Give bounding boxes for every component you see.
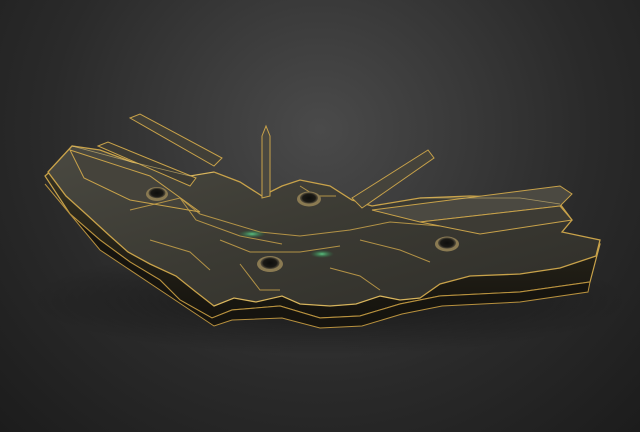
mounting-hole-right — [435, 236, 459, 252]
render-viewport — [0, 0, 640, 432]
mounting-hole-left — [146, 187, 168, 201]
mounting-hole-top-center — [297, 191, 321, 207]
mech-wing-emblem-render — [30, 113, 630, 355]
mounting-hole-bottom-center — [257, 256, 283, 272]
center-antenna — [261, 124, 271, 199]
